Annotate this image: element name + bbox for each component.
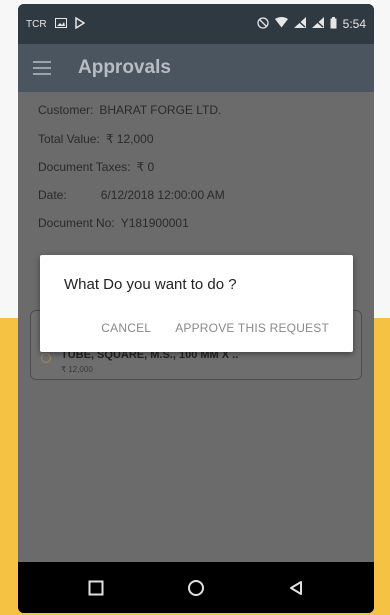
dialog-actions: CANCEL APPROVE THIS REQUEST [101,321,329,335]
dialog-title: What Do you want to do ? [64,276,237,293]
date-row: Date: 6/12/2018 12:00:00 AM [38,188,225,202]
approve-request-button[interactable]: APPROVE THIS REQUEST [175,321,329,335]
total-value-row: Total Value: ₹ 12,000 [38,132,154,146]
status-right: 5:54 [256,16,366,32]
customer-row: Customer: BHARAT FORGE LTD. [38,103,221,117]
taxes-value: ₹ 0 [136,160,155,174]
customer-value: BHARAT FORGE LTD. [99,103,222,117]
date-label: Date: [38,188,67,202]
battery-icon [330,16,337,32]
customer-label: Customer: [38,103,94,117]
play-store-icon [74,16,85,32]
do-not-disturb-icon [256,16,269,32]
status-left-text: TCR [26,18,47,30]
document-number-row: Document No: Y181900001 [38,216,189,230]
taxes-label: Document Taxes: [38,160,131,174]
item-amount: ₹ 12,000 [61,365,93,374]
status-time: 5:54 [342,17,366,31]
date-value: 6/12/2018 12:00:00 AM [100,188,225,202]
signal-icon [293,17,306,31]
hamburger-menu-icon[interactable] [18,44,66,92]
signal-2-icon [311,17,324,31]
navigation-bar [18,562,374,613]
total-label: Total Value: [38,132,100,146]
recents-icon[interactable] [76,568,116,608]
wifi-icon [274,17,288,31]
document-taxes-row: Document Taxes: ₹ 0 [38,160,154,174]
image-icon [54,17,67,31]
status-bar: TCR 5:54 [18,4,374,44]
action-dialog: What Do you want to do ? CANCEL APPROVE … [40,255,353,352]
phone-screen: TCR 5:54 Approvals Customer: BHARAT FORG… [18,4,374,613]
home-icon[interactable] [176,568,216,608]
page-title: Approvals [78,57,171,78]
docno-label: Document No: [38,216,115,230]
docno-value: Y181900001 [120,216,189,230]
item-status-icon [41,353,51,363]
app-bar: Approvals [18,44,374,92]
cancel-button[interactable]: CANCEL [101,321,151,335]
total-value: ₹ 12,000 [105,132,154,146]
status-left: TCR [26,16,85,32]
back-icon[interactable] [276,568,316,608]
